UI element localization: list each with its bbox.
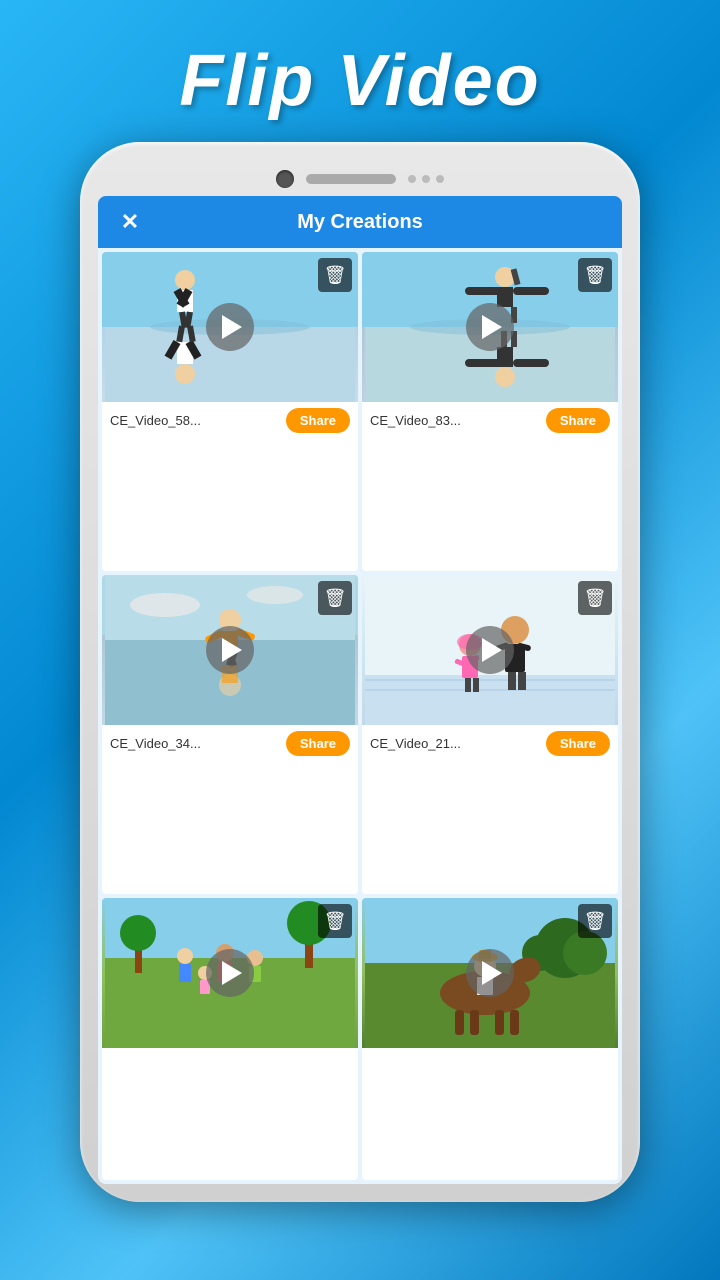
play-icon xyxy=(482,638,502,662)
delete-button[interactable]: 🗑 xyxy=(578,904,612,938)
video-card: 🗑 CE_Video_34... Share xyxy=(102,575,358,894)
play-button[interactable] xyxy=(206,949,254,997)
play-button[interactable] xyxy=(206,303,254,351)
trash-icon: 🗑 xyxy=(324,265,347,286)
app-header: ✕ My Creations xyxy=(98,196,622,248)
delete-button[interactable]: 🗑 xyxy=(318,258,352,292)
phone-camera xyxy=(276,170,294,188)
card-footer: CE_Video_21... Share xyxy=(362,725,618,762)
delete-button[interactable]: 🗑 xyxy=(578,581,612,615)
video-card: 🗑 xyxy=(362,898,618,1180)
card-footer: CE_Video_58... Share xyxy=(102,402,358,439)
video-thumbnail[interactable]: 🗑 xyxy=(362,898,618,1048)
video-name: CE_Video_34... xyxy=(110,736,280,751)
trash-icon: 🗑 xyxy=(584,911,607,932)
phone-dot-3 xyxy=(436,175,444,183)
video-card: 🗑 CE_Video_83... Share xyxy=(362,252,618,571)
play-icon xyxy=(482,315,502,339)
video-card: 🗑 CE_Video_21... Share xyxy=(362,575,618,894)
video-card: 🗑 CE_Video_58... Share xyxy=(102,252,358,571)
video-thumbnail[interactable]: 🗑 xyxy=(102,575,358,725)
close-button[interactable]: ✕ xyxy=(114,206,146,238)
video-thumbnail[interactable]: 🗑 xyxy=(362,252,618,402)
play-icon xyxy=(222,315,242,339)
phone-screen: ✕ My Creations xyxy=(98,196,622,1184)
delete-button[interactable]: 🗑 xyxy=(318,904,352,938)
phone-dot-2 xyxy=(422,175,430,183)
delete-button[interactable]: 🗑 xyxy=(318,581,352,615)
phone-top-bar xyxy=(98,160,622,196)
video-thumbnail[interactable]: 🗑 xyxy=(362,575,618,725)
play-icon xyxy=(222,638,242,662)
phone-dot-1 xyxy=(408,175,416,183)
card-footer: CE_Video_34... Share xyxy=(102,725,358,762)
share-button[interactable]: Share xyxy=(286,408,350,433)
share-button[interactable]: Share xyxy=(546,408,610,433)
play-button[interactable] xyxy=(466,303,514,351)
video-thumbnail[interactable]: 🗑 xyxy=(102,898,358,1048)
phone-shell: ✕ My Creations xyxy=(80,142,640,1202)
header-title: My Creations xyxy=(146,211,574,234)
play-icon xyxy=(482,961,502,985)
video-name: CE_Video_58... xyxy=(110,413,280,428)
trash-icon: 🗑 xyxy=(584,265,607,286)
play-button[interactable] xyxy=(466,949,514,997)
play-button[interactable] xyxy=(466,626,514,674)
card-footer: CE_Video_83... Share xyxy=(362,402,618,439)
app-title: Flip Video xyxy=(179,40,540,122)
video-name: CE_Video_21... xyxy=(370,736,540,751)
play-icon xyxy=(222,961,242,985)
video-thumbnail[interactable]: 🗑 xyxy=(102,252,358,402)
share-button[interactable]: Share xyxy=(286,731,350,756)
share-button[interactable]: Share xyxy=(546,731,610,756)
trash-icon: 🗑 xyxy=(324,588,347,609)
trash-icon: 🗑 xyxy=(584,588,607,609)
trash-icon: 🗑 xyxy=(324,911,347,932)
phone-dots xyxy=(408,175,444,183)
video-grid: 🗑 CE_Video_58... Share xyxy=(98,248,622,1184)
delete-button[interactable]: 🗑 xyxy=(578,258,612,292)
video-name: CE_Video_83... xyxy=(370,413,540,428)
play-button[interactable] xyxy=(206,626,254,674)
phone-speaker xyxy=(306,174,396,184)
video-card: 🗑 xyxy=(102,898,358,1180)
